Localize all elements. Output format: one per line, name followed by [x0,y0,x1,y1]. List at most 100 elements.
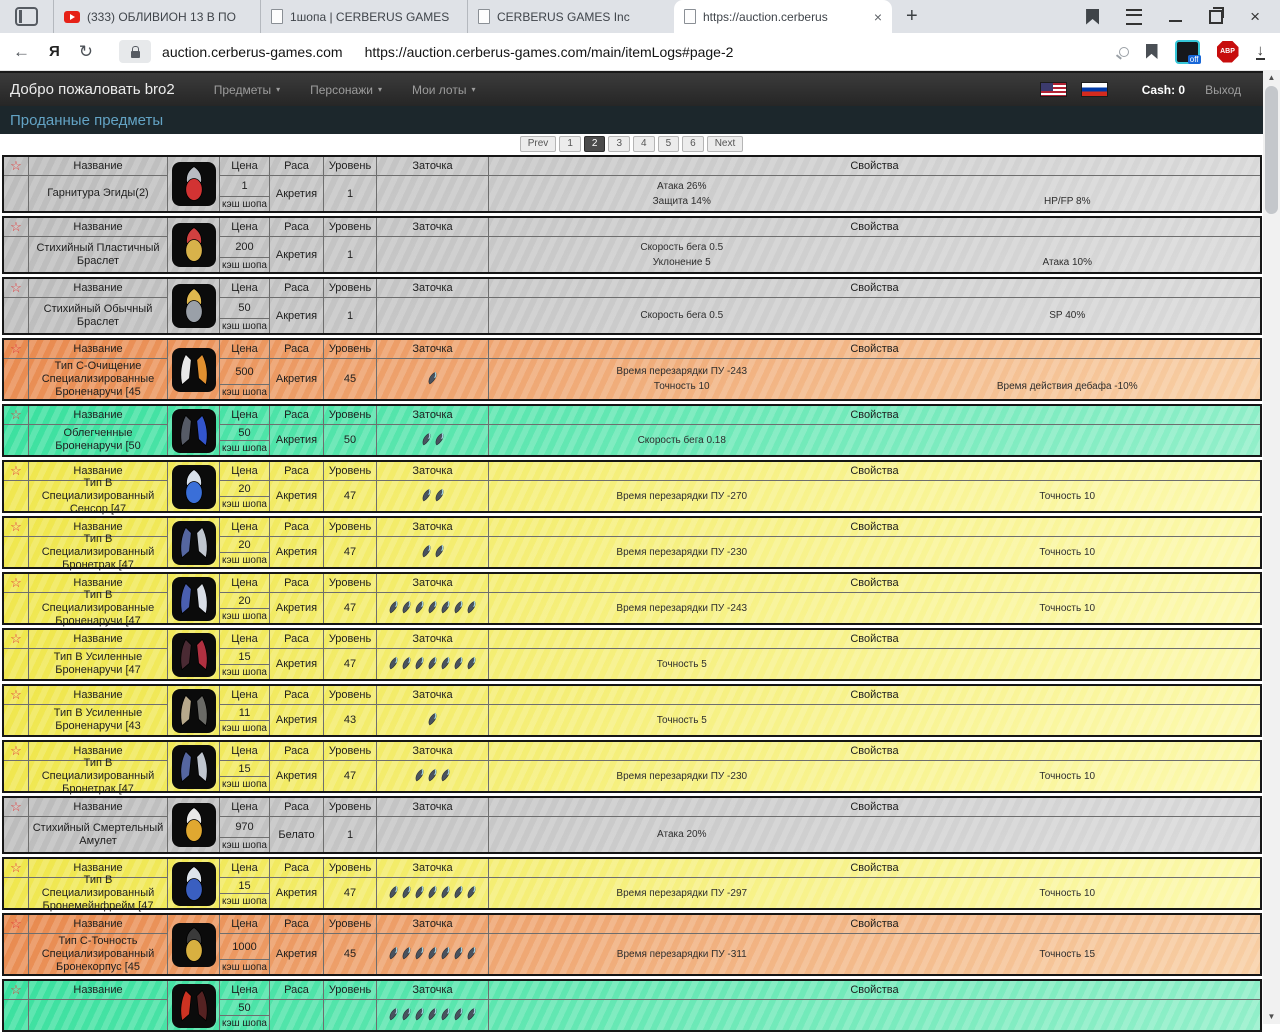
menu-my-lots[interactable]: Мои лоты▾ [412,83,476,97]
menu-icon[interactable] [1126,9,1142,25]
menu-items[interactable]: Предметы▾ [214,83,280,97]
back-icon[interactable]: ← [13,42,30,62]
ru-flag-icon[interactable] [1081,82,1108,97]
column-header-name: Название [29,981,168,1000]
browser-tab-3[interactable]: CERBERUS GAMES Inc [467,0,674,33]
sharpen-bullet-icon [427,885,438,902]
sharpen-bullet-icon [388,885,399,902]
sharpen-bullet-icon [401,600,412,617]
item-price: 15 [220,878,269,894]
favorite-star-icon[interactable]: ☆ [4,859,29,878]
sharpen-bullet-icon [414,600,425,617]
pagination-button-prev[interactable]: Prev [520,136,557,152]
item-properties: Скорость бега 0.18 [489,425,1260,455]
property-text: Время перезарядки ПУ -243 [489,364,875,379]
favorite-star-icon[interactable]: ☆ [4,742,29,761]
item-name: Тип В Усиленные Броненаручи [43 [29,705,168,735]
item-name: Облегченные Броненаручи [50 [29,425,168,455]
sharpen-bullets [377,817,489,852]
favorite-star-icon[interactable]: ☆ [4,574,29,593]
sharpen-bullet-icon [440,885,451,902]
pagination-button-4[interactable]: 4 [633,136,655,152]
browser-tab-active[interactable]: https://auction.cerberus × [674,0,892,33]
sharpen-bullet-icon [466,656,477,673]
logout-link[interactable]: Выход [1205,83,1241,97]
download-icon[interactable]: ↓ [1256,44,1266,60]
star-cell-empty [4,817,29,852]
browser-tab-2[interactable]: 1шопа | CERBERUS GAMES [260,0,467,33]
star-cell-empty [4,359,29,399]
item-row: ☆НазваниеЦенаРасаУровеньЗаточкаСвойстваТ… [2,572,1262,625]
scroll-down-icon[interactable]: ▼ [1263,1009,1280,1024]
tab-sidebar-icon[interactable] [15,7,38,26]
sharpen-bullet-icon [414,656,425,673]
scrollbar[interactable]: ▲ ▼ [1263,70,1280,1024]
url-input[interactable]: https://auction.cerberus-games.com/main/… [365,44,734,60]
site-navbar: Добро пожаловать bro2 Предметы▾ Персонаж… [0,71,1263,106]
favorite-star-icon[interactable]: ☆ [4,798,29,817]
column-header-sharpen: Заточка [377,859,489,878]
column-header-race: Раса [270,218,324,237]
sharpen-bullet-icon [427,946,438,963]
favorite-star-icon[interactable]: ☆ [4,279,29,298]
favorite-star-icon[interactable]: ☆ [4,406,29,425]
favorite-star-icon[interactable]: ☆ [4,340,29,359]
yandex-logo-icon[interactable]: Я [49,43,60,60]
favorite-star-icon[interactable]: ☆ [4,157,29,176]
scrollbar-thumb[interactable] [1265,86,1278,214]
column-header-sharpen: Заточка [377,686,489,705]
window-minimize-button[interactable] [1169,20,1182,22]
bookmark-page-icon[interactable] [1146,44,1158,59]
sharpen-bullet-icon [440,600,451,617]
item-price: 50 [220,1000,269,1016]
item-price: 20 [220,537,269,553]
window-restore-button[interactable] [1209,10,1223,24]
sharpen-bullet-icon [388,946,399,963]
sharpen-bullet-icon [401,885,412,902]
price-unit: кэш шопа [220,665,269,679]
item-icon-cell [168,279,220,333]
favorite-star-icon[interactable]: ☆ [4,630,29,649]
favorite-star-icon[interactable]: ☆ [4,686,29,705]
tab-close-icon[interactable]: × [870,9,882,25]
column-header-props: Свойства [489,157,1260,176]
menu-characters[interactable]: Персонажи▾ [310,83,382,97]
pagination-button-next[interactable]: Next [707,136,744,152]
favorite-star-icon[interactable]: ☆ [4,981,29,1000]
extension-off-icon[interactable]: off [1175,40,1200,64]
item-name: Стихийный Смертельный Амулет [29,817,168,852]
column-header-props: Свойства [489,981,1260,1000]
favorite-star-icon[interactable]: ☆ [4,518,29,537]
item-row: ☆НазваниеЦенаРасаУровеньЗаточкаСвойстваТ… [2,338,1262,401]
column-header-sharpen: Заточка [377,406,489,425]
pagination-button-1[interactable]: 1 [559,136,581,152]
item-level: 50 [324,425,377,455]
pagination-button-5[interactable]: 5 [658,136,680,152]
favorite-star-icon[interactable]: ☆ [4,462,29,481]
column-header-race: Раса [270,340,324,359]
property-text: Скорость бега 0.5 [489,308,875,323]
favorite-star-icon[interactable]: ☆ [4,915,29,934]
item-properties: Время перезарядки ПУ -270Точность 10 [489,481,1260,511]
site-security-chip[interactable] [119,40,151,63]
star-cell-empty [4,649,29,679]
sharpen-bullets [377,1000,489,1030]
reload-icon[interactable]: ↻ [79,42,93,62]
new-tab-button[interactable]: + [892,0,932,33]
pagination-button-2[interactable]: 2 [584,136,606,152]
column-header-sharpen: Заточка [377,630,489,649]
browser-tab-1[interactable]: (333) ОБЛИВИОН 13 В ПО [53,0,260,33]
bookmarks-flag-icon[interactable] [1086,9,1099,25]
favorite-star-icon[interactable]: ☆ [4,218,29,237]
pagination-button-3[interactable]: 3 [608,136,630,152]
price-unit: кэш шопа [220,838,269,852]
scroll-up-icon[interactable]: ▲ [1263,70,1280,85]
search-icon[interactable] [1119,47,1129,57]
window-close-button[interactable]: × [1250,8,1260,25]
item-icon-cell [168,630,220,679]
pagination-button-6[interactable]: 6 [682,136,704,152]
adblock-plus-icon[interactable]: ABP [1217,41,1239,63]
us-flag-icon[interactable] [1040,82,1067,97]
property-text: Время перезарядки ПУ -230 [489,769,875,784]
property-text: Время перезарядки ПУ -297 [489,886,875,901]
